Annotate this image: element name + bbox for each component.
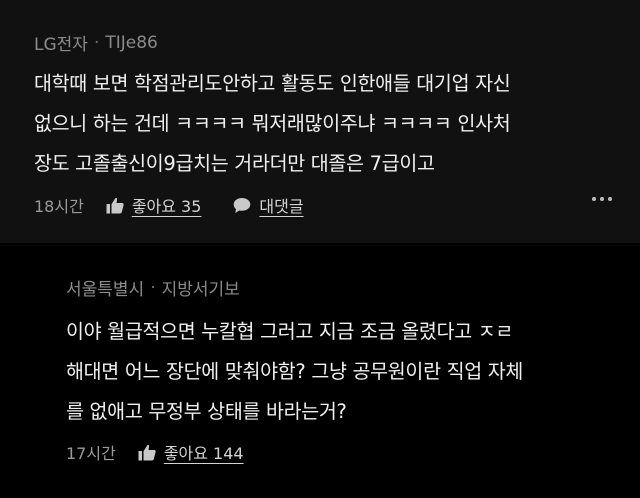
comment-author-row: LG전자 · TIJe86	[34, 30, 158, 56]
dot	[600, 197, 604, 201]
like-count: 좋아요 35	[131, 197, 202, 216]
reply-author-company: 서울특별시	[66, 280, 145, 300]
reply-button[interactable]: 대댓글	[233, 193, 304, 217]
reply-author-row: 서울특별시 · 지방서기보	[66, 275, 240, 301]
comment-line: 장도 고졸출신이9급치는 거라더만 대졸은 7급이고	[34, 152, 435, 175]
reply-like-count: 좋아요 144	[163, 444, 244, 463]
dot	[608, 197, 612, 201]
reply-line: 해대면 어느 장단에 맞춰야함? 그냥 공무원이란 직업 자체	[66, 360, 524, 383]
thumbs-up-icon	[106, 197, 124, 214]
like-button[interactable]: 좋아요 35	[106, 193, 202, 217]
comment-line: 대학때 보면 학점관리도안하고 활동도 인한애들 대기업 자신	[34, 72, 511, 95]
reply-like-button[interactable]: 좋아요 144	[138, 440, 244, 464]
comment-body: 대학때 보면 학점관리도안하고 활동도 인한애들 대기업 자신 없으니 하는 건…	[34, 64, 511, 184]
separator-dot: ·	[150, 277, 156, 298]
separator-dot: ·	[93, 32, 100, 53]
reply-time: 17시간	[66, 444, 116, 463]
speech-bubble-icon	[233, 197, 251, 214]
reply-body: 이야 월급적으면 누칼협 그러고 지금 조금 올렸다고 ㅈㄹ 해대면 어느 장단…	[66, 312, 523, 432]
comment-actions: 18시간 좋아요 35 대댓글	[34, 193, 304, 217]
comment-time: 18시간	[34, 197, 84, 216]
comment-author-nickname[interactable]: TIJe86	[105, 33, 158, 53]
reply-author-nickname[interactable]: 지방서기보	[162, 275, 240, 300]
reply-actions: 17시간 좋아요 144	[66, 440, 276, 464]
comment-line: 없으니 하는 건데 ㅋㅋㅋㅋ 뭐저래많이주냐 ㅋㅋㅋㅋ 인사처	[34, 112, 511, 135]
thumbs-up-icon	[138, 444, 156, 461]
reply-line: 이야 월급적으면 누칼협 그러고 지금 조금 올렸다고 ㅈㄹ	[66, 320, 514, 343]
reply-label: 대댓글	[259, 197, 304, 216]
reply-line: 를 없애고 무정부 상태를 바라는거?	[66, 400, 347, 423]
comment-author-company: LG전자	[34, 35, 88, 55]
more-dots-icon[interactable]	[592, 197, 612, 201]
dot	[592, 197, 596, 201]
